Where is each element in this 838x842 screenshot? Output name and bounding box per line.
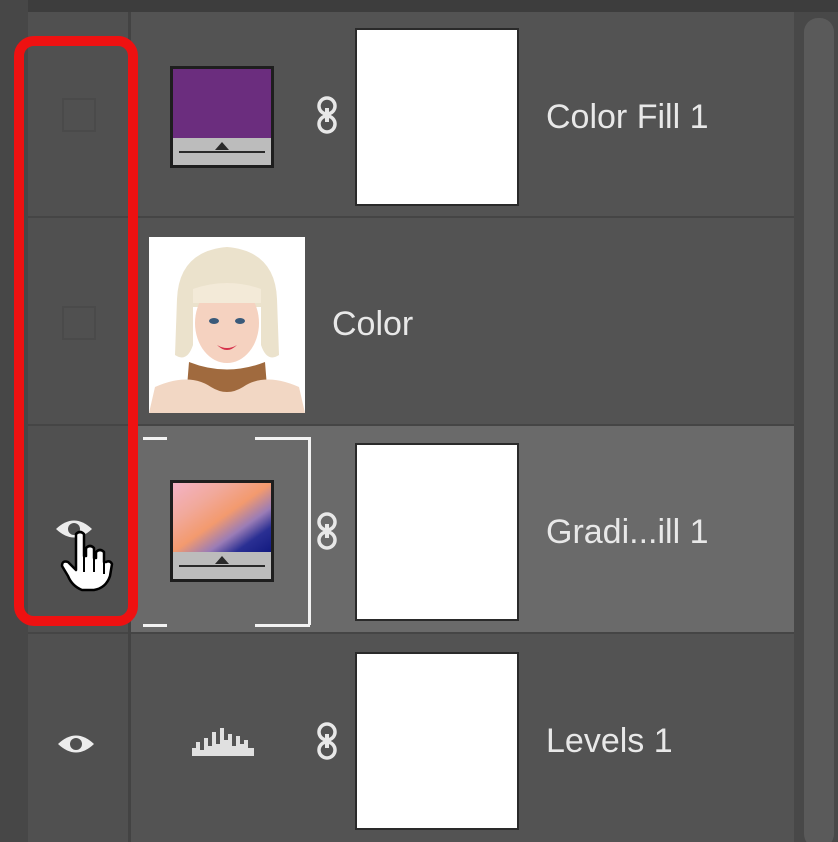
gradient-swatch <box>173 483 271 552</box>
selection-bracket <box>143 624 167 627</box>
layer-mask-thumbnail[interactable] <box>355 652 519 830</box>
highlight-outline <box>14 36 138 626</box>
chain-link-icon[interactable] <box>316 96 338 134</box>
scrollbar-thumb[interactable] <box>804 18 834 842</box>
fill-triangle-icon <box>215 142 229 150</box>
layer-name-levels-1[interactable]: Levels 1 <box>546 722 673 761</box>
layer-mask-thumbnail[interactable] <box>355 443 519 621</box>
portrait-thumbnail[interactable] <box>149 237 305 413</box>
selection-bracket <box>308 437 311 625</box>
layer-name-color[interactable]: Color <box>332 305 413 344</box>
chain-link-icon[interactable] <box>316 512 338 550</box>
gradient-fill-thumbnail[interactable] <box>170 480 274 582</box>
histogram-icon[interactable] <box>192 726 254 756</box>
layer-name-gradient-fill-1[interactable]: Gradi...ill 1 <box>546 513 709 552</box>
color-fill-swatch <box>173 69 271 138</box>
fill-triangle-icon <box>215 556 229 564</box>
fill-baseline <box>179 151 265 153</box>
chain-link-icon[interactable] <box>316 722 338 760</box>
selection-bracket <box>255 437 310 440</box>
eye-icon[interactable] <box>56 729 96 759</box>
layer-name-color-fill-1[interactable]: Color Fill 1 <box>546 98 708 137</box>
selection-bracket <box>143 437 167 460</box>
layer-mask-thumbnail[interactable] <box>355 28 519 206</box>
layers-panel: Color Fill 1 Color Gradi...ill 1 Levels … <box>0 0 838 842</box>
fill-baseline <box>179 565 265 567</box>
color-fill-thumbnail[interactable] <box>170 66 274 168</box>
selection-bracket <box>255 624 310 627</box>
panel-top-border <box>0 0 838 12</box>
